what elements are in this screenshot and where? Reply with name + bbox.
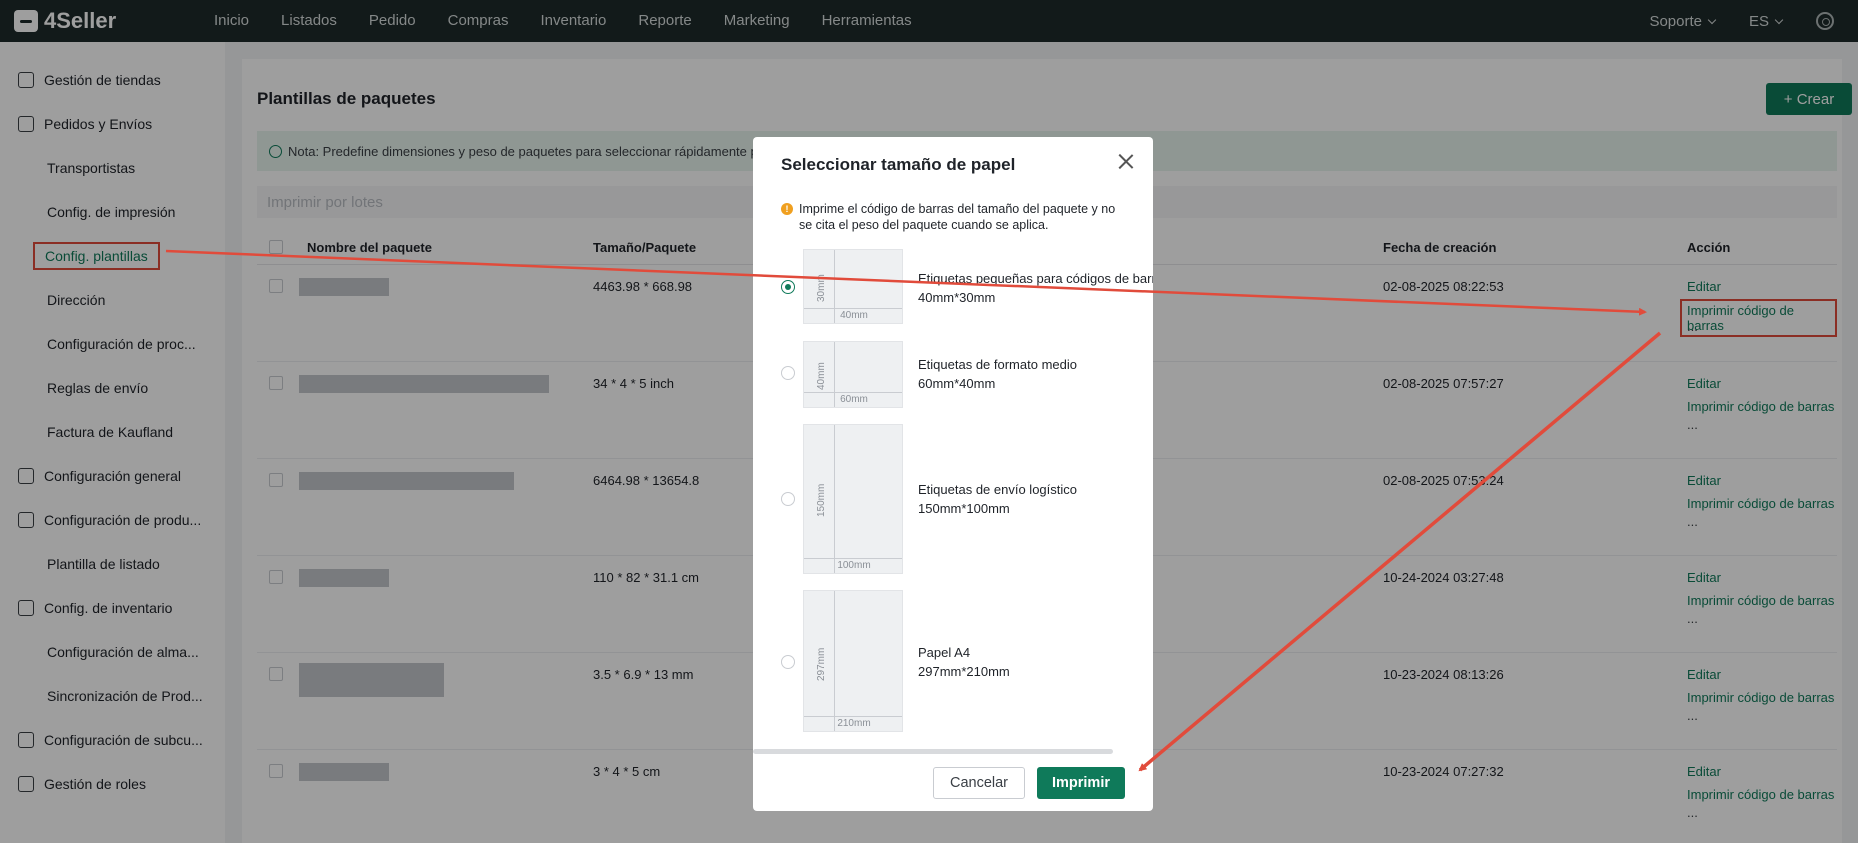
cancel-button[interactable]: Cancelar <box>933 767 1025 799</box>
height-label: 40mm <box>816 362 827 390</box>
option-size: 297mm*210mm <box>918 664 1010 679</box>
paper-thumbnail: 30mm 40mm <box>803 249 903 324</box>
width-label: 100mm <box>804 558 902 571</box>
option-size: 40mm*30mm <box>918 290 996 305</box>
option-radio[interactable] <box>781 280 795 294</box>
width-label: 210mm <box>804 716 902 729</box>
paper-thumbnail: 150mm 100mm <box>803 424 903 574</box>
dimension-guide <box>834 591 835 731</box>
dialog-title: Seleccionar tamaño de papel <box>781 155 1016 174</box>
option-name: Etiquetas de envío logístico <box>918 482 1077 497</box>
warning-text: Imprime el código de barras del tamaño d… <box>799 202 1116 232</box>
horizontal-scrollbar[interactable] <box>753 749 1113 754</box>
option-size: 60mm*40mm <box>918 376 996 391</box>
close-icon[interactable] <box>1118 153 1134 169</box>
paper-size-dialog: Seleccionar tamaño de papel ! Imprime el… <box>753 137 1153 811</box>
dialog-warning: ! Imprime el código de barras del tamaño… <box>781 201 1131 233</box>
width-label: 40mm <box>804 308 902 321</box>
height-label: 297mm <box>816 647 827 681</box>
print-button[interactable]: Imprimir <box>1037 767 1125 799</box>
option-name: Etiquetas pequeñas para códigos de barr <box>918 271 1153 286</box>
warning-icon: ! <box>781 203 793 215</box>
height-label: 30mm <box>816 274 827 302</box>
height-label: 150mm <box>816 483 827 517</box>
option-radio[interactable] <box>781 655 795 669</box>
option-name: Papel A4 <box>918 645 971 660</box>
paper-thumbnail: 297mm 210mm <box>803 590 903 732</box>
option-radio[interactable] <box>781 492 795 506</box>
option-name: Etiquetas de formato medio <box>918 357 1077 372</box>
dimension-guide <box>834 425 835 573</box>
option-size: 150mm*100mm <box>918 501 1010 516</box>
option-radio[interactable] <box>781 366 795 380</box>
width-label: 60mm <box>804 392 902 405</box>
paper-thumbnail: 40mm 60mm <box>803 341 903 408</box>
